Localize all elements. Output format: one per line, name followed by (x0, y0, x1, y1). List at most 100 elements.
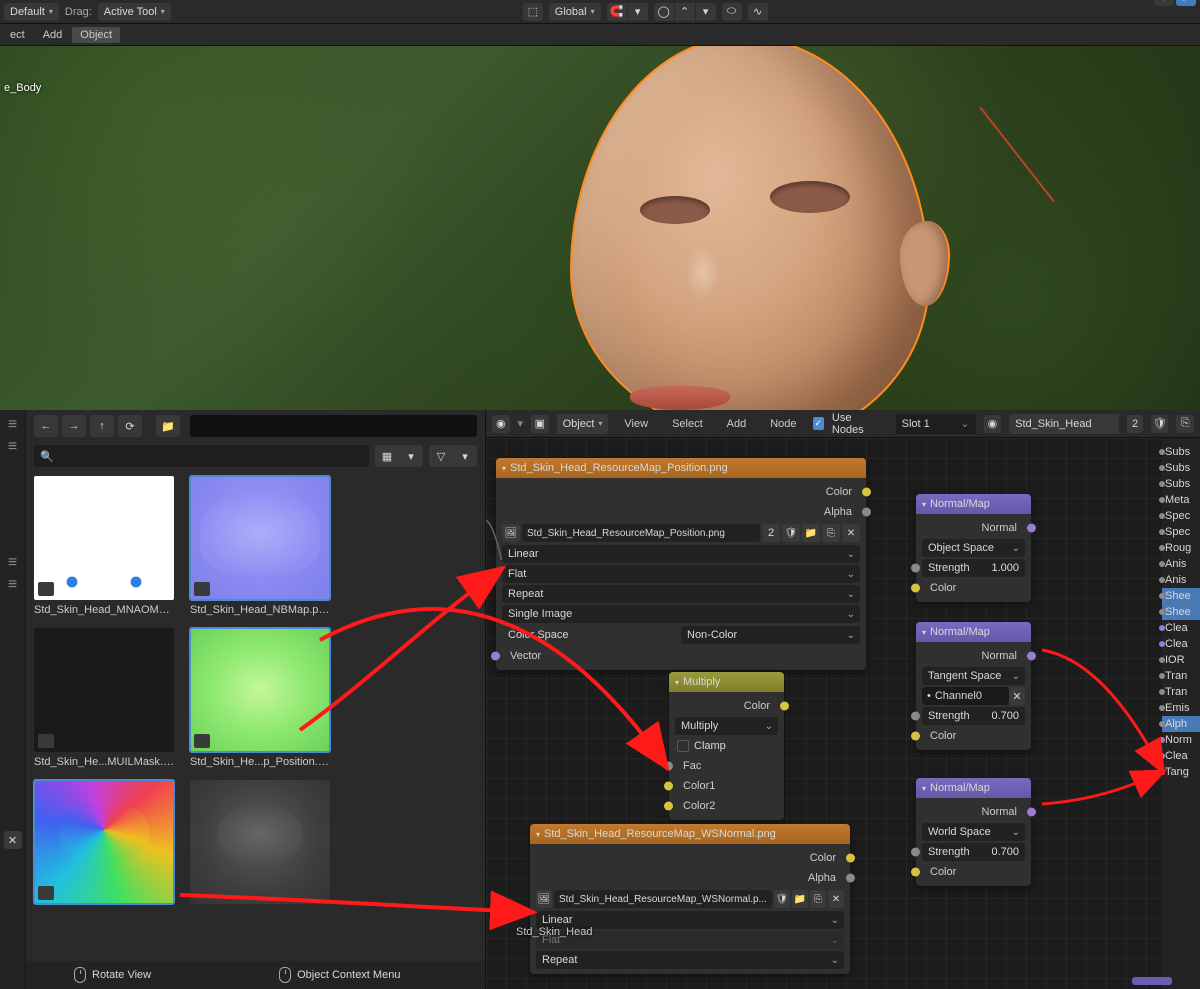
new-mat-icon[interactable]: ⎘ (1176, 415, 1194, 433)
space-dropdown[interactable]: Tangent Space (922, 667, 1025, 685)
normal-output-socket[interactable] (1027, 808, 1036, 817)
snap-magnet-icon[interactable]: 🧲 (607, 3, 627, 21)
proportional-mode-icon[interactable]: ▾ (696, 3, 716, 21)
thumbnail-item[interactable]: Std_Skin_Head_NBMap.png (190, 476, 330, 616)
node-menu-add[interactable]: Add (719, 416, 755, 432)
slot-dropdown[interactable]: Slot 1⌄ (896, 414, 976, 434)
blend-mode-dropdown[interactable]: Multiply (675, 717, 778, 735)
orientation-icon[interactable]: ⬚ (523, 3, 543, 21)
view-list-icon[interactable]: ▾ (399, 445, 423, 467)
view-thumbnails-icon[interactable]: ▦ (375, 445, 399, 467)
nav-refresh-icon[interactable]: ⟳ (118, 415, 142, 437)
uvmap-field[interactable]: • Channel0 (922, 687, 1009, 705)
thumbnail-item[interactable]: Std_Skin_Head_MNAOMas... (34, 476, 174, 616)
image-name-field[interactable]: Std_Skin_Head_ResourceMap_Position.png (522, 524, 760, 542)
strength-input-socket[interactable] (911, 848, 920, 857)
bsdf-input-norm[interactable]: Norm (1162, 732, 1200, 748)
bsdf-input-emis[interactable]: Emis (1162, 700, 1200, 716)
normal-output-socket[interactable] (1027, 652, 1036, 661)
node-menu-view[interactable]: View (616, 416, 656, 432)
thumbnail-item[interactable]: Std_Skin_He...p_Position.png (190, 628, 330, 768)
node-menu-select[interactable]: Select (664, 416, 711, 432)
menu-add[interactable]: Add (35, 27, 71, 43)
strength-input-socket[interactable] (911, 564, 920, 573)
material-name-field[interactable]: Std_Skin_Head (1009, 414, 1119, 434)
editor-type-icon[interactable]: ◉ (492, 415, 510, 433)
viewport-camera-icon[interactable]: ▾ (1154, 0, 1174, 6)
extension-dropdown[interactable]: Repeat (536, 951, 844, 969)
bsdf-input-shee[interactable]: Shee (1162, 588, 1200, 604)
proportional-icon[interactable]: ◯ (654, 3, 674, 21)
strength-input-socket[interactable] (911, 712, 920, 721)
projection-dropdown[interactable]: Flat (502, 565, 860, 583)
close-button[interactable]: ✕ (4, 831, 22, 849)
fake-user-icon[interactable]: 🛡 (782, 524, 800, 542)
viewport-3d[interactable]: e_Body (0, 46, 1200, 410)
path-field[interactable] (190, 415, 477, 437)
proportional-falloff-icon[interactable]: ⌃ (675, 3, 695, 21)
collapse-icon[interactable]: ▾ (922, 500, 926, 509)
image-browse-icon[interactable]: 🖼 (536, 890, 552, 908)
color-output-socket[interactable] (862, 488, 871, 497)
nav-forward-icon[interactable]: → (62, 415, 86, 437)
bsdf-input-spec[interactable]: Spec (1162, 508, 1200, 524)
color-input-socket[interactable] (911, 584, 920, 593)
drag-dropdown[interactable]: Active Tool (98, 3, 171, 21)
image-users[interactable]: 2 (762, 524, 780, 542)
scrollbar-thumb[interactable] (1132, 977, 1172, 985)
space-dropdown[interactable]: World Space (922, 823, 1025, 841)
search-input[interactable]: 🔍 (34, 445, 369, 467)
unlink-image-icon[interactable]: ✕ (828, 890, 844, 908)
extension-dropdown[interactable]: Repeat (502, 585, 860, 603)
open-image-icon[interactable]: 📁 (802, 524, 820, 542)
alpha-output-socket[interactable] (846, 874, 855, 883)
alpha-output-socket[interactable] (862, 508, 871, 517)
color1-input-socket[interactable] (664, 782, 673, 791)
bsdf-input-clea[interactable]: Clea (1162, 636, 1200, 652)
bsdf-input-clea[interactable]: Clea (1162, 748, 1200, 764)
clamp-checkbox[interactable] (677, 740, 689, 752)
bsdf-input-tang[interactable]: Tang (1162, 764, 1200, 780)
color-input-socket[interactable] (911, 732, 920, 741)
color-output-socket[interactable] (780, 702, 789, 711)
normal-map-node-2[interactable]: ▾Normal/Map Normal Tangent Space • Chann… (916, 622, 1031, 750)
extra-1-icon[interactable]: ⬭ (722, 3, 742, 21)
orientation-dropdown[interactable]: Global (549, 3, 601, 21)
use-nodes-checkbox[interactable]: ✓ (813, 417, 824, 430)
vector-input-socket[interactable] (491, 652, 500, 661)
bsdf-input-anis[interactable]: Anis (1162, 572, 1200, 588)
normal-map-node-1[interactable]: ▾Normal/Map Normal Object Space Strength… (916, 494, 1031, 602)
filter-mode-icon[interactable]: ▾ (453, 445, 477, 467)
collapse-icon[interactable]: ▾ (675, 678, 679, 687)
bsdf-input-spec[interactable]: Spec (1162, 524, 1200, 540)
normal-output-socket[interactable] (1027, 524, 1036, 533)
nav-up-icon[interactable]: ↑ (90, 415, 114, 437)
shader-mode-dropdown[interactable]: Object (557, 414, 609, 434)
mode-dropdown[interactable]: Default (4, 3, 59, 21)
bsdf-input-clea[interactable]: Clea (1162, 620, 1200, 636)
menu-select[interactable]: ect (2, 27, 33, 43)
bsdf-input-meta[interactable]: Meta (1162, 492, 1200, 508)
shader-type-icon[interactable]: ▣ (531, 415, 549, 433)
menu-object[interactable]: Object (72, 27, 120, 43)
color-input-socket[interactable] (911, 868, 920, 877)
new-image-icon[interactable]: ⎘ (810, 890, 826, 908)
bsdf-input-subs[interactable]: Subs (1162, 444, 1200, 460)
collapse-icon[interactable]: ▾ (922, 628, 926, 637)
bsdf-input-tran[interactable]: Tran (1162, 668, 1200, 684)
color-output-socket[interactable] (846, 854, 855, 863)
pin-icon[interactable]: 🛡 (1151, 415, 1169, 433)
material-users[interactable]: 2 (1127, 415, 1143, 433)
bsdf-input-anis[interactable]: Anis (1162, 556, 1200, 572)
nav-back-icon[interactable]: ← (34, 415, 58, 437)
image-texture-node-2[interactable]: ▾Std_Skin_Head_ResourceMap_WSNormal.png … (530, 824, 850, 974)
node-editor[interactable]: ◉ ▾ ▣ Object View Select Add Node ✓ Use … (486, 410, 1200, 989)
unlink-image-icon[interactable]: ✕ (842, 524, 860, 542)
bsdf-input-subs[interactable]: Subs (1162, 460, 1200, 476)
mix-rgb-node[interactable]: ▾Multiply Color Multiply Clamp Fac Color… (669, 672, 784, 820)
open-image-icon[interactable]: 📁 (792, 890, 808, 908)
new-image-icon[interactable]: ⎘ (822, 524, 840, 542)
snap-mode-icon[interactable]: ▾ (628, 3, 648, 21)
image-browse-icon[interactable]: 🖼 (502, 524, 520, 542)
fake-user-icon[interactable]: 🛡 (774, 890, 790, 908)
